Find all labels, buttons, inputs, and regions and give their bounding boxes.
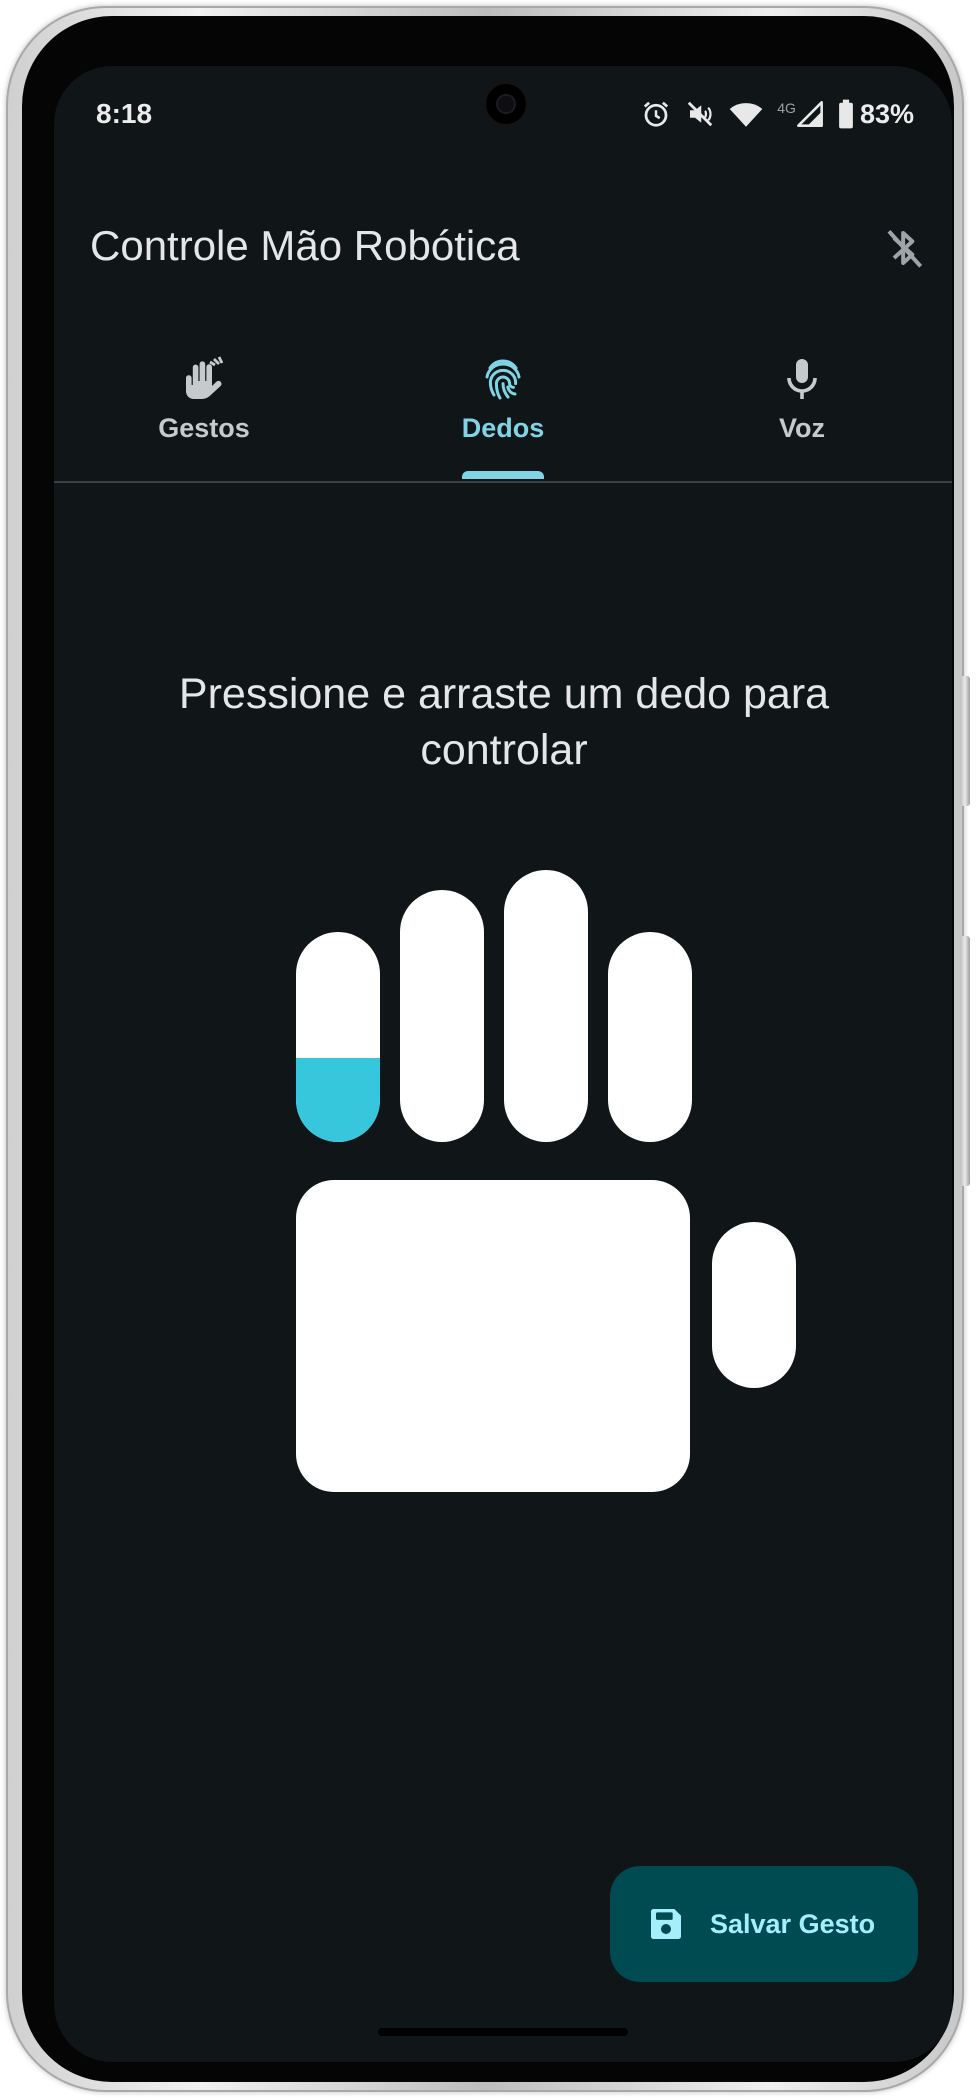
app-title: Controle Mão Robótica [90,222,520,269]
save-icon [651,1909,681,1939]
side-button-power [960,676,970,806]
active-tab-indicator [462,471,544,479]
alarm-icon [644,101,669,127]
tab-dedos[interactable]: Dedos [353,311,653,479]
app-bar: Controle Mão Robótica [54,196,952,286]
tab-label-voz: Voz [779,413,825,443]
status-icons: 4G 83% [641,94,914,134]
finger-2[interactable] [400,890,484,1142]
signal-icon [797,101,823,127]
tab-gestos[interactable]: Gestos [54,311,354,479]
side-button-volume [960,936,970,1186]
finger-1[interactable] [296,932,380,1142]
finger-1-level [296,1058,380,1142]
mute-icon [688,101,713,127]
status-bar: 8:18 4G 83% [54,66,952,166]
phone-bezel: 8:18 4G 83% Controle Mão Robótica Gestos… [22,16,954,2082]
thumb[interactable] [712,1222,796,1388]
hand-gesture-icon [186,356,224,399]
battery-icon [839,99,853,129]
save-gesture-button[interactable]: Salvar Gesto [610,1866,918,1982]
tab-label-dedos: Dedos [461,413,545,443]
finger-3[interactable] [504,870,588,1142]
microphone-icon [787,359,817,399]
wifi-icon [729,103,763,127]
fingerprint-icon [485,359,521,400]
save-gesture-label: Salvar Gesto [710,1908,876,1939]
bluetooth-disabled-icon[interactable] [884,224,924,272]
instruction-text: Pressione e arraste um dedo para control… [178,670,830,774]
phone-frame: 8:18 4G 83% Controle Mão Robótica Gestos… [6,6,970,2092]
tab-label-gestos: Gestos [158,413,250,443]
home-indicator[interactable] [378,2028,628,2036]
battery-percentage: 83% [859,98,914,129]
tab-voz[interactable]: Voz [652,311,952,479]
screen: 8:18 4G 83% Controle Mão Robótica Gestos… [54,66,952,2062]
finger-4[interactable] [608,932,692,1142]
tab-bar: Gestos Dedos Voz [54,311,952,483]
status-time: 8:18 [96,98,153,129]
network-type: 4G [777,100,796,116]
palm [296,1180,690,1492]
